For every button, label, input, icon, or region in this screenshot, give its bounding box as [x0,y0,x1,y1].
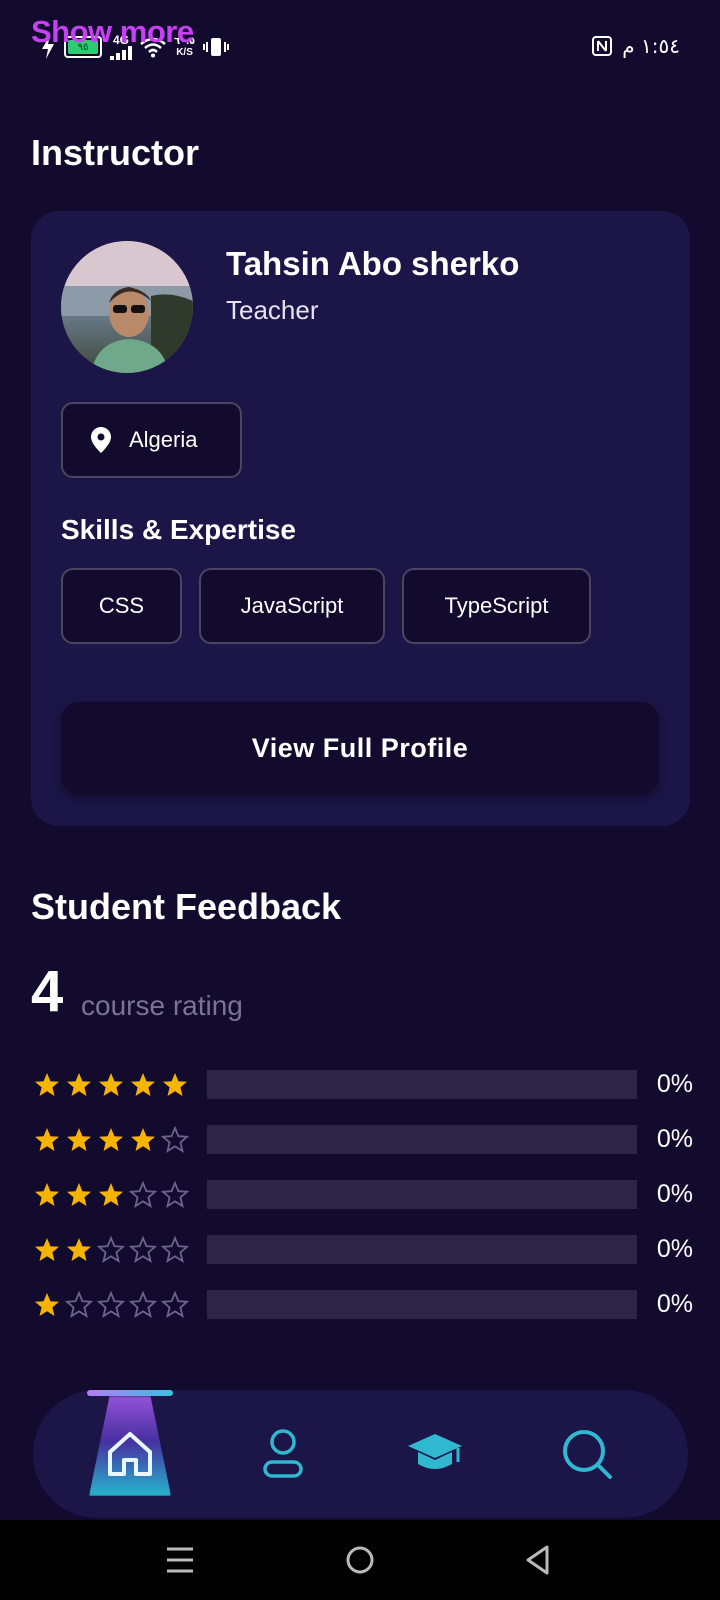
search-icon [563,1430,612,1479]
rating-percent: 0% [656,1125,693,1153]
back-button[interactable] [518,1540,558,1580]
star-empty-icon [97,1290,125,1318]
rating-percent: 0% [656,1235,693,1263]
star-empty-icon [161,1180,189,1208]
rating-bar [207,1180,637,1209]
rating-percent: 0% [656,1180,693,1208]
star-filled-icon [67,1127,91,1151]
rating-bar [207,1235,637,1264]
view-full-profile-button[interactable]: View Full Profile [61,702,659,794]
star-filled-icon [35,1072,59,1096]
home-icon [108,1432,152,1476]
star-rating [33,1071,205,1099]
rating-bar [207,1070,637,1099]
nav-home[interactable] [80,1390,180,1518]
star-filled-icon [35,1182,59,1206]
star-empty-icon [129,1290,157,1318]
star-filled-icon [67,1182,91,1206]
system-nav-bar [0,1520,720,1600]
bottom-nav [33,1390,688,1518]
rating-row-3-star: 0% [33,1167,693,1222]
star-filled-icon [35,1292,59,1316]
menu-icon [167,1547,193,1573]
rating-row-1-star: 0% [33,1277,693,1332]
star-empty-icon [97,1235,125,1263]
course-rating-label: course rating [81,990,243,1021]
course-rating-value: 4 [31,959,64,1024]
feedback-section-title: Student Feedback [31,886,342,927]
star-filled-icon [35,1237,59,1261]
star-filled-icon [35,1127,59,1151]
star-filled-icon [99,1127,123,1151]
back-triangle-icon [526,1545,549,1575]
star-filled-icon [163,1072,187,1096]
nfc-icon [592,36,613,56]
star-filled-icon [67,1237,91,1261]
avatar[interactable] [61,241,193,373]
star-empty-icon [129,1235,157,1263]
status-right: ١:٥٤ م [592,34,680,58]
star-filled-icon [99,1072,123,1096]
instructor-card: Tahsin Abo sherko Teacher Algeria Skills… [31,211,690,826]
rating-breakdown: 0% 0% 0% 0% 0% [33,1057,693,1332]
star-empty-icon [161,1125,189,1153]
nav-profile[interactable] [233,1390,333,1518]
location-chip: Algeria [61,402,242,478]
skills-list: CSS JavaScript TypeScript [61,568,591,644]
recent-apps-button[interactable] [160,1540,200,1580]
avatar-photo [61,241,193,373]
star-filled-icon [67,1072,91,1096]
nav-courses[interactable] [385,1390,485,1518]
skill-chip-javascript[interactable]: JavaScript [199,568,385,644]
courses-icon [408,1434,462,1469]
star-filled-icon [131,1127,155,1151]
star-filled-icon [131,1072,155,1096]
skill-chip-typescript[interactable]: TypeScript [402,568,591,644]
star-rating [33,1180,205,1209]
star-filled-icon [99,1182,123,1206]
home-button[interactable] [340,1540,380,1580]
location-pin-icon [91,427,111,453]
status-bar: ٩٥ 4G ٦٠.٥ K/S ١:٥٤ م Show more [0,0,720,92]
circle-icon [346,1546,374,1574]
rating-percent: 0% [656,1070,693,1098]
instructor-section-title: Instructor [31,132,200,173]
star-rating [33,1235,205,1264]
rating-bar [207,1290,637,1319]
star-empty-icon [129,1180,157,1208]
vibrate-icon [203,38,230,56]
rating-bar [207,1125,637,1154]
profile-icon [263,1429,303,1478]
show-more-overlay[interactable]: Show more [31,14,194,50]
instructor-name: Tahsin Abo sherko [226,245,520,282]
rating-row-4-star: 0% [33,1112,693,1167]
rating-row-2-star: 0% [33,1222,693,1277]
rating-row-5-star: 0% [33,1057,693,1112]
star-rating [33,1125,205,1154]
instructor-role: Teacher [226,295,319,325]
rating-percent: 0% [656,1290,693,1318]
star-empty-icon [65,1290,93,1318]
skills-title: Skills & Expertise [61,514,297,545]
clock: ١:٥٤ م [622,34,680,58]
star-empty-icon [161,1235,189,1263]
skill-chip-css[interactable]: CSS [61,568,182,644]
location-label: Algeria [129,427,198,452]
star-empty-icon [161,1290,189,1318]
star-rating [33,1290,205,1319]
nav-search[interactable] [537,1390,637,1518]
